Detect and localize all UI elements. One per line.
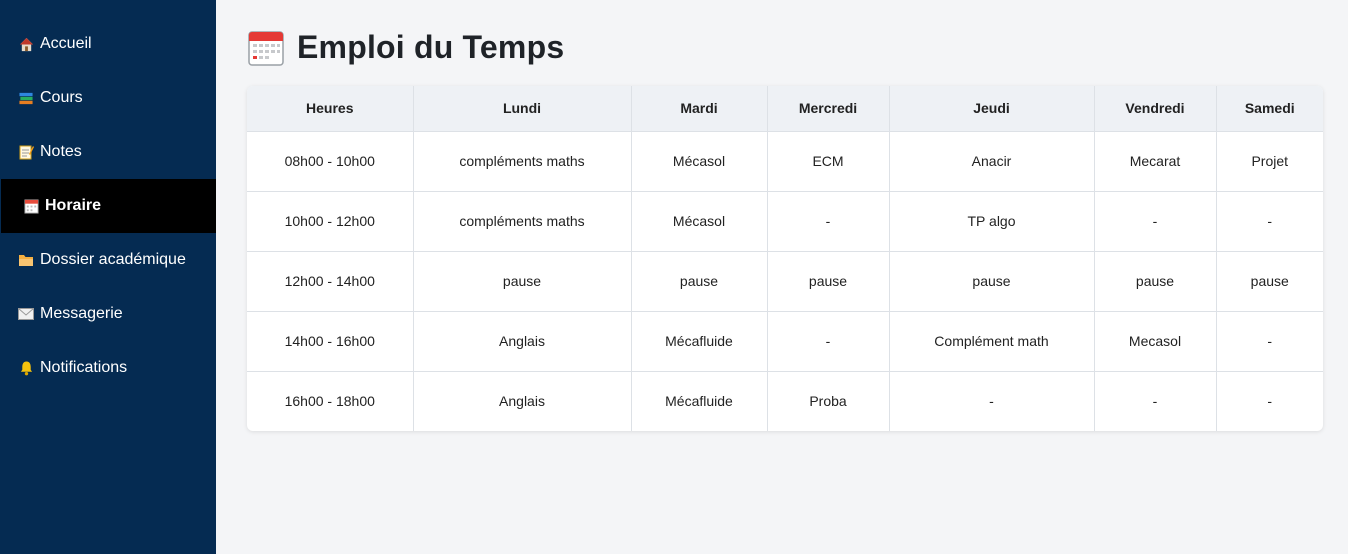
sidebar-item-label: Horaire (45, 197, 102, 214)
page-header: Emploi du Temps (248, 29, 564, 66)
table-row: 16h00 - 18h00 Anglais Mécafluide Proba -… (247, 371, 1323, 431)
time-cell: 12h00 - 14h00 (247, 251, 414, 312)
sidebar-item-notes[interactable]: Notes (0, 125, 216, 179)
sidebar-item-label: Messagerie (40, 305, 123, 322)
course-cell: Mécafluide (631, 311, 768, 372)
course-cell: ECM (767, 131, 890, 192)
course-cell: pause (767, 251, 890, 312)
column-header: Samedi (1216, 86, 1323, 132)
course-cell: - (767, 191, 890, 252)
table-header-row: Heures Lundi Mardi Mercredi Jeudi Vendre… (247, 86, 1323, 132)
sidebar-item-cours[interactable]: Cours (0, 71, 216, 125)
course-cell: - (1094, 191, 1217, 252)
course-cell: pause (413, 251, 632, 312)
sidebar-item-label: Cours (40, 89, 83, 106)
time-cell: 08h00 - 10h00 (247, 131, 414, 192)
envelope-icon (18, 306, 34, 322)
course-cell: Mecasol (1094, 311, 1217, 372)
calendar-icon (248, 30, 284, 66)
sidebar-item-accueil[interactable]: Accueil (0, 17, 216, 71)
table-row: 08h00 - 10h00 compléments maths Mécasol … (247, 131, 1323, 192)
folder-icon (18, 252, 34, 268)
timetable-card: Heures Lundi Mardi Mercredi Jeudi Vendre… (247, 86, 1323, 431)
sidebar-item-label: Dossier académique (40, 251, 186, 268)
course-cell: Complément math (889, 311, 1095, 372)
course-cell: - (767, 311, 890, 372)
course-cell: - (1216, 311, 1323, 372)
course-cell: Projet (1216, 131, 1323, 192)
sidebar: Accueil Cours Notes Horaire Dossier acad… (0, 0, 216, 554)
sidebar-item-messagerie[interactable]: Messagerie (0, 287, 216, 341)
course-cell: - (1216, 191, 1323, 252)
timetable: Heures Lundi Mardi Mercredi Jeudi Vendre… (247, 86, 1323, 431)
course-cell: Mecarat (1094, 131, 1217, 192)
course-cell: pause (1216, 251, 1323, 312)
calendar-icon (23, 198, 39, 214)
course-cell: Anglais (413, 311, 632, 372)
sidebar-item-label: Accueil (40, 35, 92, 52)
course-cell: Mécasol (631, 131, 768, 192)
column-header: Jeudi (889, 86, 1095, 132)
sidebar-item-label: Notifications (40, 359, 128, 376)
memo-icon (18, 144, 34, 160)
course-cell: pause (1094, 251, 1217, 312)
table-row: 10h00 - 12h00 compléments maths Mécasol … (247, 191, 1323, 252)
course-cell: Anacir (889, 131, 1095, 192)
course-cell: Mécafluide (631, 371, 768, 431)
table-row: 12h00 - 14h00 pause pause pause pause pa… (247, 251, 1323, 312)
time-cell: 16h00 - 18h00 (247, 371, 414, 431)
sidebar-item-label: Notes (40, 143, 82, 160)
course-cell: Mécasol (631, 191, 768, 252)
sidebar-item-dossier[interactable]: Dossier académique (0, 233, 216, 287)
course-cell: - (1267, 393, 1273, 410)
course-cell: TP algo (889, 191, 1095, 252)
course-cell: Anglais (413, 371, 632, 431)
house-icon (18, 36, 34, 52)
main-content: Emploi du Temps Heures Lundi Mardi Mercr… (216, 0, 1348, 554)
course-cell: pause (889, 251, 1095, 312)
course-cell: - (889, 371, 1095, 431)
course-cell: Proba (767, 371, 890, 431)
sidebar-item-horaire[interactable]: Horaire (1, 179, 216, 233)
column-header: Vendredi (1094, 86, 1217, 132)
time-cell: 10h00 - 12h00 (247, 191, 414, 252)
course-cell: - (1094, 371, 1217, 431)
column-header: Heures (247, 86, 414, 132)
books-icon (18, 90, 34, 106)
page-title: Emploi du Temps (297, 29, 565, 65)
column-header: Mardi (631, 86, 768, 132)
course-cell: pause (631, 251, 768, 312)
time-cell: 14h00 - 16h00 (247, 311, 414, 372)
sidebar-item-notifications[interactable]: Notifications (0, 341, 216, 395)
course-cell: compléments maths (413, 191, 632, 252)
column-header: Mercredi (767, 86, 890, 132)
table-row: 14h00 - 16h00 Anglais Mécafluide - Compl… (247, 311, 1323, 372)
bell-icon (18, 360, 34, 376)
course-cell: compléments maths (413, 131, 632, 192)
column-header: Lundi (413, 86, 632, 132)
